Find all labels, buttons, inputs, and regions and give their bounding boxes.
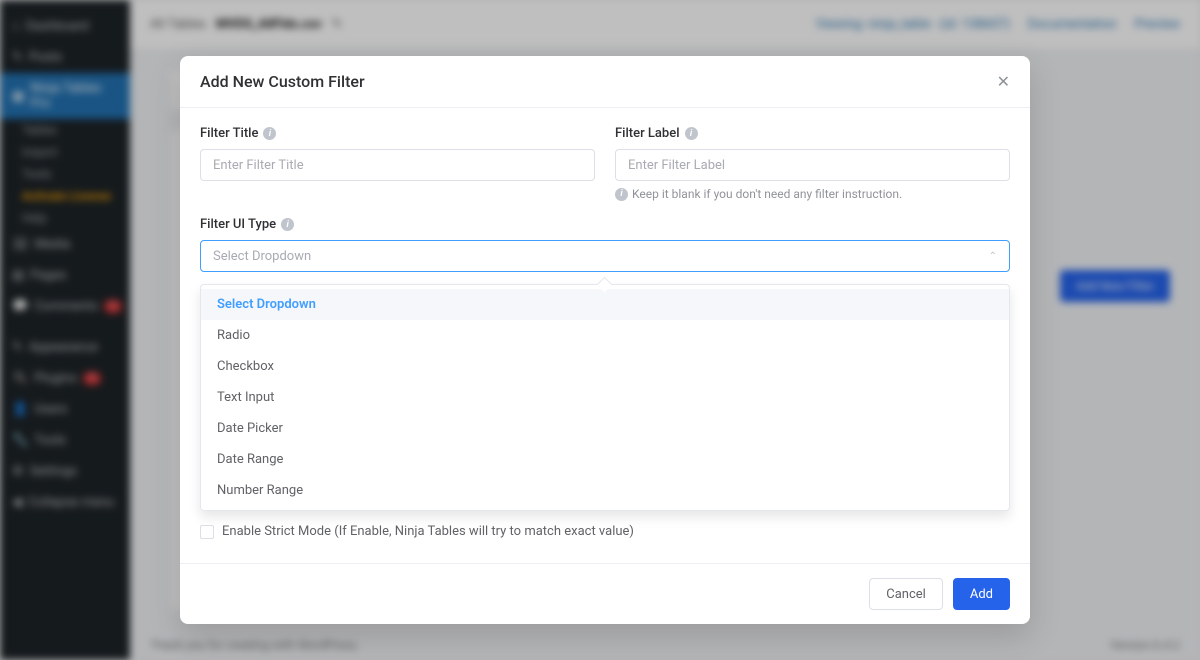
- dropdown-option-date-picker[interactable]: Date Picker: [201, 413, 1009, 444]
- filter-label-helper: i Keep it blank if you don't need any fi…: [615, 187, 1010, 201]
- modal-title: Add New Custom Filter: [200, 72, 365, 91]
- filter-label-input[interactable]: [615, 149, 1010, 181]
- dropdown-option-radio[interactable]: Radio: [201, 320, 1009, 351]
- info-icon[interactable]: i: [281, 218, 294, 231]
- strict-mode-checkbox[interactable]: [200, 525, 214, 539]
- dropdown-option-checkbox[interactable]: Checkbox: [201, 351, 1009, 382]
- filter-title-label: Filter Title i: [200, 126, 595, 141]
- add-button[interactable]: Add: [953, 578, 1010, 610]
- strict-mode-label: Enable Strict Mode (If Enable, Ninja Tab…: [222, 524, 634, 539]
- filter-ui-type-dropdown: Select Dropdown Radio Checkbox Text Inpu…: [200, 284, 1010, 511]
- filter-title-input[interactable]: [200, 149, 595, 181]
- info-icon[interactable]: i: [263, 127, 276, 140]
- add-filter-modal: Add New Custom Filter ✕ Filter Title i F…: [180, 56, 1030, 624]
- chevron-down-icon: ⌃: [989, 251, 997, 262]
- modal-body: Filter Title i Filter Label i i Keep it …: [180, 108, 1030, 563]
- info-icon: i: [615, 188, 628, 201]
- modal-footer: Cancel Add: [180, 563, 1030, 624]
- dropdown-option-date-range[interactable]: Date Range: [201, 444, 1009, 475]
- cancel-button[interactable]: Cancel: [869, 578, 943, 610]
- close-icon[interactable]: ✕: [997, 72, 1010, 91]
- dropdown-option-text-input[interactable]: Text Input: [201, 382, 1009, 413]
- dropdown-option-select-dropdown[interactable]: Select Dropdown: [201, 289, 1009, 320]
- dropdown-option-number-range[interactable]: Number Range: [201, 475, 1009, 506]
- strict-mode-row: Enable Strict Mode (If Enable, Ninja Tab…: [200, 524, 1010, 539]
- modal-header: Add New Custom Filter ✕: [180, 56, 1030, 108]
- filter-ui-type-label: Filter UI Type i: [200, 217, 1010, 232]
- info-icon[interactable]: i: [685, 127, 698, 140]
- filter-ui-type-select[interactable]: Select Dropdown ⌃: [200, 240, 1010, 272]
- filter-label-label: Filter Label i: [615, 126, 1010, 141]
